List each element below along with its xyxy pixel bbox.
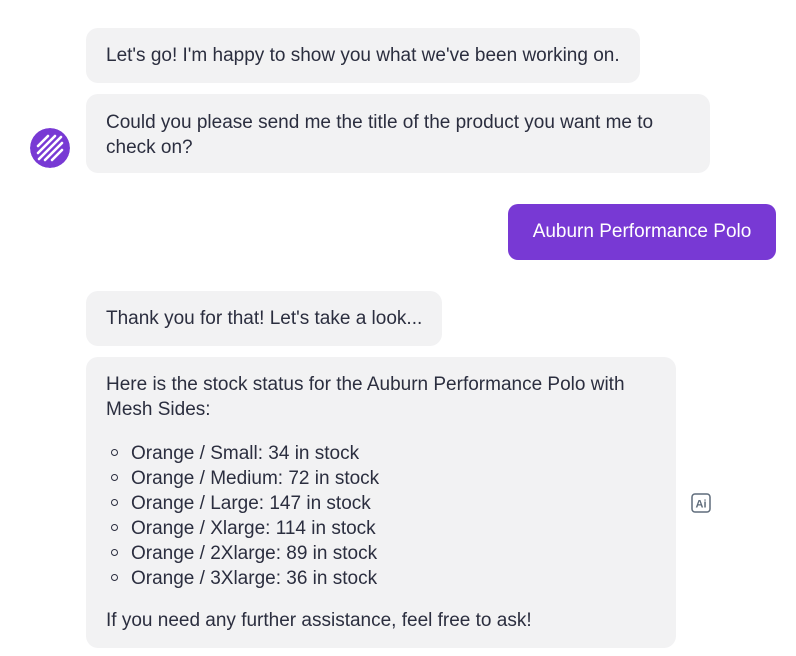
- stock-list: Orange / Small: 34 in stock Orange / Med…: [106, 441, 656, 591]
- list-item: Orange / Medium: 72 in stock: [106, 466, 656, 491]
- circle-bullet-icon: [111, 574, 118, 581]
- closing-text: If you need any further assistance, feel…: [106, 610, 532, 631]
- circle-bullet-icon: [111, 449, 118, 456]
- message-text: Let's go! I'm happy to show you what we'…: [106, 45, 620, 66]
- list-item: Orange / Small: 34 in stock: [106, 441, 656, 466]
- user-message: Auburn Performance Polo: [508, 204, 776, 260]
- ai-badge-icon[interactable]: Ai: [691, 493, 711, 513]
- list-item: Orange / 3Xlarge: 36 in stock: [106, 566, 656, 591]
- bot-message-thanks: Thank you for that! Let's take a look...: [86, 291, 443, 346]
- circle-bullet-icon: [111, 549, 118, 556]
- circle-bullet-icon: [111, 524, 118, 531]
- message-text: Thank you for that! Let's take a look...: [106, 308, 423, 329]
- bot-message-stock-status: Here is the stock status for the Auburn …: [86, 357, 676, 648]
- list-item: Orange / Large: 147 in stock: [106, 491, 656, 516]
- list-item: Orange / 2Xlarge: 89 in stock: [106, 541, 656, 566]
- stock-intro: Here is the stock status for the Auburn …: [106, 374, 625, 420]
- bot-avatar-icon: [30, 128, 70, 168]
- list-item: Orange / Xlarge: 114 in stock: [106, 516, 656, 541]
- message-text: Could you please send me the title of th…: [106, 112, 654, 158]
- bot-message-greeting: Let's go! I'm happy to show you what we'…: [86, 28, 640, 83]
- circle-bullet-icon: [111, 499, 118, 506]
- svg-text:Ai: Ai: [696, 499, 707, 511]
- message-text: Auburn Performance Polo: [532, 221, 752, 242]
- bot-message-request: Could you please send me the title of th…: [86, 94, 710, 173]
- circle-bullet-icon: [111, 474, 118, 481]
